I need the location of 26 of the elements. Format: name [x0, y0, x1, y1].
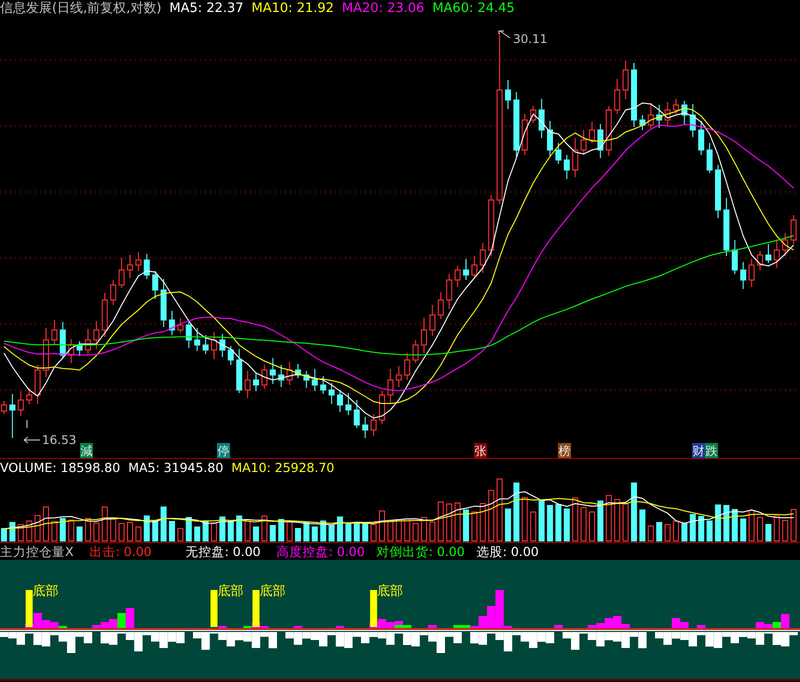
chart-title: 信息发展(日线,前复权,对数) — [0, 0, 162, 18]
volume-reading: MA5: 31945.80 — [128, 459, 224, 476]
event-marker[interactable]: 张 — [474, 443, 487, 458]
indicator-reading: 选股: 0.00 — [476, 543, 539, 560]
indicator-reading: 高度控盘: 0.00 — [276, 543, 365, 560]
signal-label: 底部 — [260, 584, 286, 599]
moving-average-reading: MA60: 24.45 — [432, 0, 515, 18]
signal-label: 底部 — [218, 584, 244, 599]
indicator-reading: 出击: 0.00 — [90, 543, 152, 560]
moving-average-reading: MA20: 23.06 — [342, 0, 424, 18]
event-marker[interactable]: 減 — [80, 443, 93, 458]
indicator-title: 主力控仓量X — [0, 543, 74, 560]
moving-average-reading: MA5: 22.37 — [169, 0, 244, 18]
indicator-reading: 无控盘: 0.00 — [186, 543, 261, 560]
signal-label: 底部 — [32, 584, 59, 599]
event-marker[interactable]: 财 — [692, 443, 705, 458]
high-price-label: 30.11 — [513, 32, 548, 46]
volume-reading: VOLUME: 18598.80 — [0, 459, 120, 476]
volume-reading: MA10: 25928.70 — [231, 459, 334, 476]
event-marker[interactable]: 跌 — [705, 443, 718, 458]
indicator-reading: 对倒出货: 0.00 — [376, 543, 465, 560]
signal-label: 底部 — [377, 584, 404, 599]
event-marker[interactable]: 榜 — [558, 443, 571, 458]
moving-average-reading: MA10: 21.92 — [252, 0, 334, 18]
event-marker[interactable]: 停 — [217, 443, 230, 458]
low-price-label: 16.53 — [42, 433, 76, 447]
